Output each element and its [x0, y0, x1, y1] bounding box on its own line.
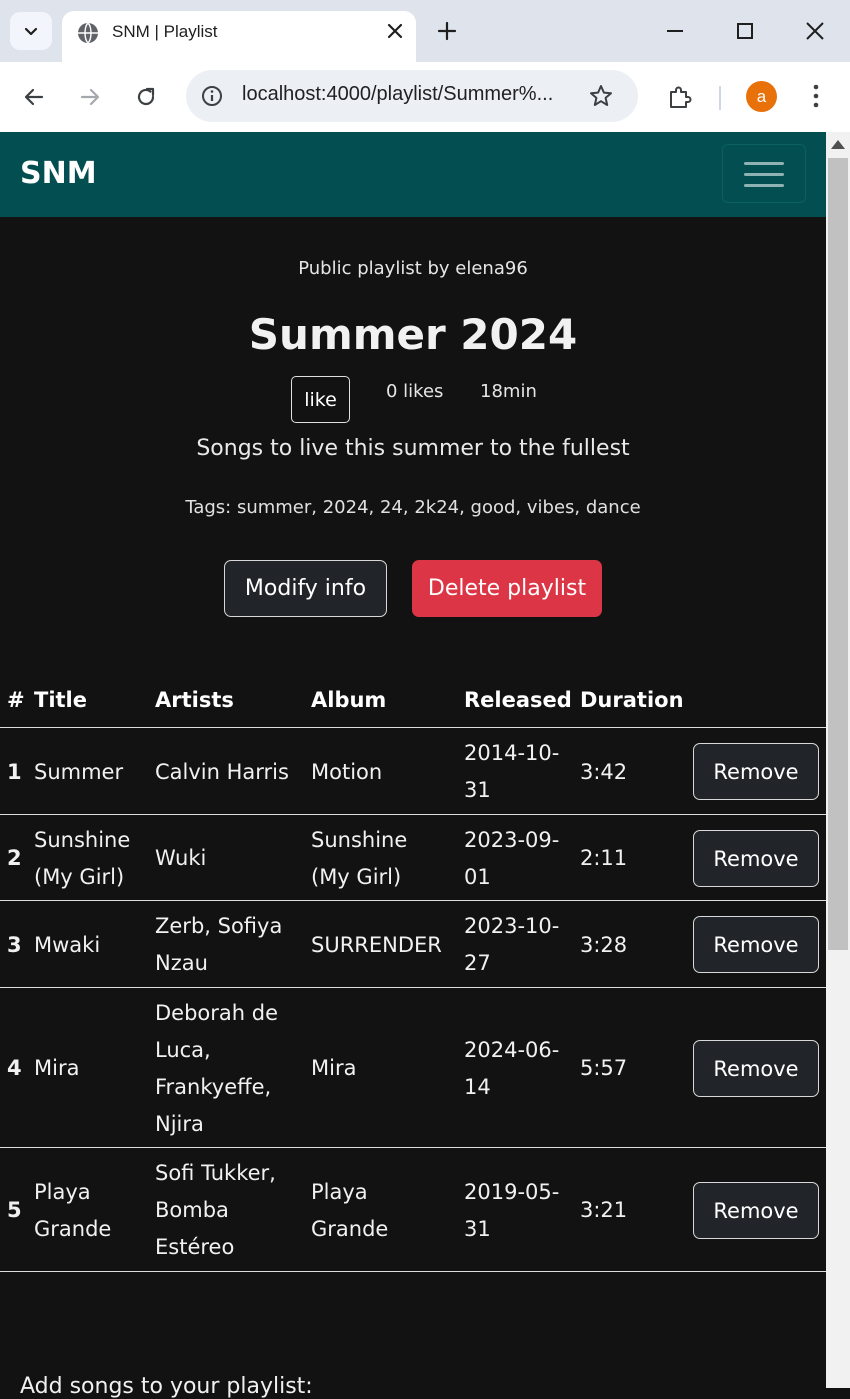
new-tab-icon[interactable] — [434, 18, 460, 44]
modify-info-button[interactable]: Modify info — [224, 560, 387, 617]
table-row: 1 Summer Calvin Harris Motion 2014-10-31… — [0, 727, 826, 815]
track-duration: 3:28 — [580, 932, 628, 957]
track-album: Motion — [311, 759, 383, 784]
track-number: 5 — [7, 1198, 22, 1222]
remove-song-button[interactable]: Remove — [693, 916, 819, 973]
column-header-duration: Duration — [580, 688, 684, 712]
brand-logo[interactable]: SNM — [20, 156, 97, 191]
profile-avatar[interactable]: a — [746, 81, 777, 112]
chevron-down-icon — [24, 27, 38, 36]
window-close-icon[interactable] — [804, 20, 826, 42]
column-header-album: Album — [311, 688, 387, 712]
table-bottom-border — [0, 1271, 826, 1272]
column-header-title: Title — [34, 688, 88, 712]
track-album: Playa Grande — [311, 1179, 389, 1241]
track-artists: Zerb, Sofiya Nzau — [155, 914, 283, 975]
track-title: Summer — [34, 759, 124, 784]
more-menu-icon[interactable] — [806, 82, 826, 110]
playlist-owner: Public playlist by elena96 — [298, 258, 528, 279]
hamburger-icon — [744, 162, 784, 165]
remove-song-button[interactable]: Remove — [693, 1182, 819, 1239]
playlist-tags: Tags: summer, 2024, 24, 2k24, good, vibe… — [185, 497, 641, 518]
table-row: 2 Sunshine (My Girl) Wuki Sunshine (My G… — [0, 814, 826, 901]
track-released: 2024-06-14 — [464, 1037, 560, 1099]
add-songs-heading: Add songs to your playlist: — [20, 1374, 313, 1399]
playlist-description: Songs to live this summer to the fullest — [196, 436, 630, 461]
track-released: 2019-05-31 — [464, 1179, 560, 1241]
track-number: 3 — [7, 932, 22, 957]
track-artists: Sofi Tukker, Bomba Estéreo — [155, 1161, 276, 1259]
hamburger-icon — [744, 173, 784, 176]
table-row: 3 Mwaki Zerb, Sofiya Nzau SURRENDER 2023… — [0, 900, 826, 988]
site-navbar: SNM — [0, 132, 826, 217]
likes-count: 0 likes — [386, 381, 444, 402]
track-artists: Calvin Harris — [155, 759, 289, 784]
track-duration: 3:42 — [580, 759, 628, 784]
bookmark-star-icon[interactable] — [588, 83, 614, 109]
back-arrow-icon[interactable] — [22, 85, 46, 109]
track-released: 2014-10-31 — [464, 741, 560, 802]
track-duration: 3:21 — [580, 1198, 628, 1222]
browser-tab[interactable]: SNM | Playlist — [62, 11, 416, 62]
extensions-puzzle-icon[interactable] — [666, 83, 694, 111]
playlist-title: Summer 2024 — [248, 310, 578, 359]
tab-title: SNM | Playlist — [112, 22, 218, 41]
column-header-released: Released — [464, 688, 572, 712]
remove-song-button[interactable]: Remove — [693, 743, 819, 800]
track-album: SURRENDER — [311, 932, 442, 957]
reload-icon[interactable] — [133, 84, 159, 110]
maximize-icon[interactable] — [734, 20, 756, 42]
delete-playlist-button[interactable]: Delete playlist — [412, 560, 602, 617]
track-album: Mira — [311, 1056, 357, 1080]
track-artists: Wuki — [155, 846, 207, 870]
scroll-up-arrow-icon[interactable] — [831, 140, 845, 149]
track-released: 2023-10-27 — [464, 914, 560, 975]
remove-song-button[interactable]: Remove — [693, 1040, 819, 1097]
forward-arrow-icon[interactable] — [78, 85, 102, 109]
track-album: Sunshine (My Girl) — [311, 827, 408, 889]
tab-search-button[interactable] — [10, 12, 52, 50]
track-number: 1 — [7, 759, 22, 784]
close-icon[interactable] — [386, 22, 404, 40]
track-number: 2 — [7, 846, 22, 870]
track-duration: 2:11 — [580, 846, 628, 870]
like-button[interactable]: like — [291, 376, 350, 423]
track-number: 4 — [7, 1056, 22, 1080]
scrollbar-thumb[interactable] — [828, 158, 848, 950]
track-title: Mira — [34, 1056, 80, 1080]
track-title: Sunshine (My Girl) — [34, 827, 131, 889]
table-row: 5 Playa Grande Sofi Tukker, Bomba Estére… — [0, 1147, 826, 1272]
navbar-toggler-button[interactable] — [722, 144, 806, 203]
track-title: Playa Grande — [34, 1179, 112, 1241]
url-text: localhost:4000/playlist/Summer%... — [242, 83, 554, 105]
site-info-icon[interactable] — [200, 84, 224, 108]
column-header-number: # — [7, 688, 25, 712]
track-artists: Deborah de Luca, Frankyeffe, Njira — [155, 1000, 279, 1136]
remove-song-button[interactable]: Remove — [693, 830, 819, 887]
toolbar-separator — [719, 86, 721, 110]
track-title: Mwaki — [34, 932, 101, 957]
track-released: 2023-09-01 — [464, 827, 560, 889]
table-row: 4 Mira Deborah de Luca, Frankyeffe, Njir… — [0, 987, 826, 1148]
hamburger-icon — [744, 184, 784, 187]
browser-tab-strip: SNM | Playlist — [0, 0, 850, 62]
track-duration: 5:57 — [580, 1056, 628, 1080]
column-header-artists: Artists — [155, 688, 234, 712]
page-scrollbar[interactable] — [826, 132, 850, 1388]
playlist-duration: 18min — [480, 381, 537, 402]
browser-toolbar: localhost:4000/playlist/Summer%... a — [0, 62, 850, 132]
address-bar[interactable]: localhost:4000/playlist/Summer%... — [186, 70, 638, 122]
minimize-icon[interactable] — [664, 20, 686, 42]
globe-icon — [78, 22, 98, 44]
